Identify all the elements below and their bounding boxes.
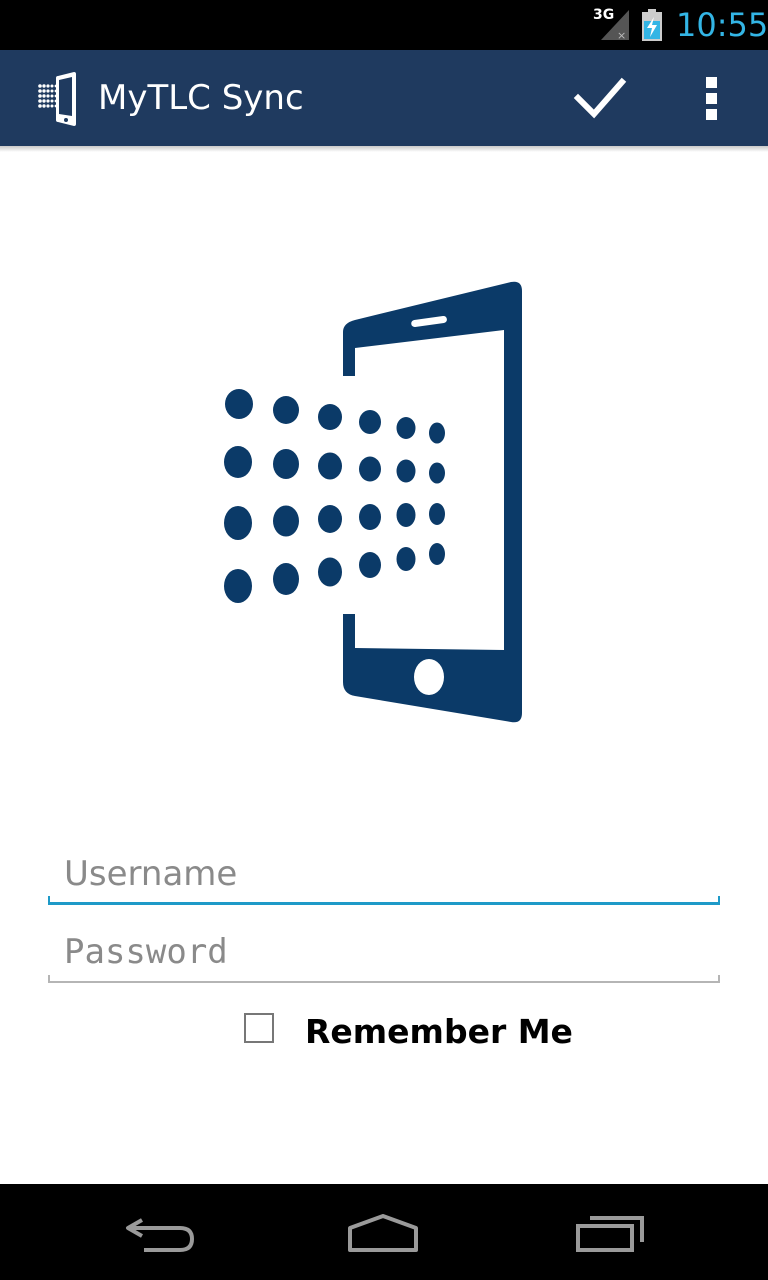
svg-text:×: × <box>617 29 626 40</box>
password-underline-right-tick <box>718 975 720 983</box>
back-icon[interactable] <box>114 1202 204 1262</box>
action-bar-shadow <box>0 146 768 152</box>
battery-charging-icon <box>642 9 662 41</box>
username-field-container <box>48 846 720 906</box>
status-bar: × 3G 10:55 <box>0 0 768 50</box>
remember-me-checkbox[interactable] <box>244 1013 274 1043</box>
username-input[interactable] <box>48 846 720 902</box>
home-icon[interactable] <box>338 1202 428 1262</box>
screen: × 3G 10:55 MyTLC Sync Username Remember … <box>0 0 768 1280</box>
status-clock: 10:55 <box>676 6 768 44</box>
password-input[interactable] <box>48 924 720 980</box>
action-bar: MyTLC Sync <box>0 50 768 146</box>
network-type-label: 3G <box>593 7 615 23</box>
password-underline-left-tick <box>48 975 50 983</box>
checkmark-icon[interactable] <box>566 68 634 128</box>
username-underline-left-tick <box>48 896 50 904</box>
recents-icon[interactable] <box>564 1202 654 1262</box>
app-title: MyTLC Sync <box>98 78 304 118</box>
password-underline <box>48 981 720 983</box>
remember-me-label[interactable]: Remember Me <box>305 1012 573 1052</box>
overflow-menu-icon[interactable] <box>690 68 734 128</box>
phone-sync-logo <box>224 281 522 723</box>
navigation-bar <box>0 1184 768 1280</box>
password-field-container <box>48 924 720 984</box>
phone-dots-icon[interactable] <box>34 70 78 126</box>
username-underline <box>48 902 720 905</box>
username-underline-right-tick <box>718 896 720 904</box>
